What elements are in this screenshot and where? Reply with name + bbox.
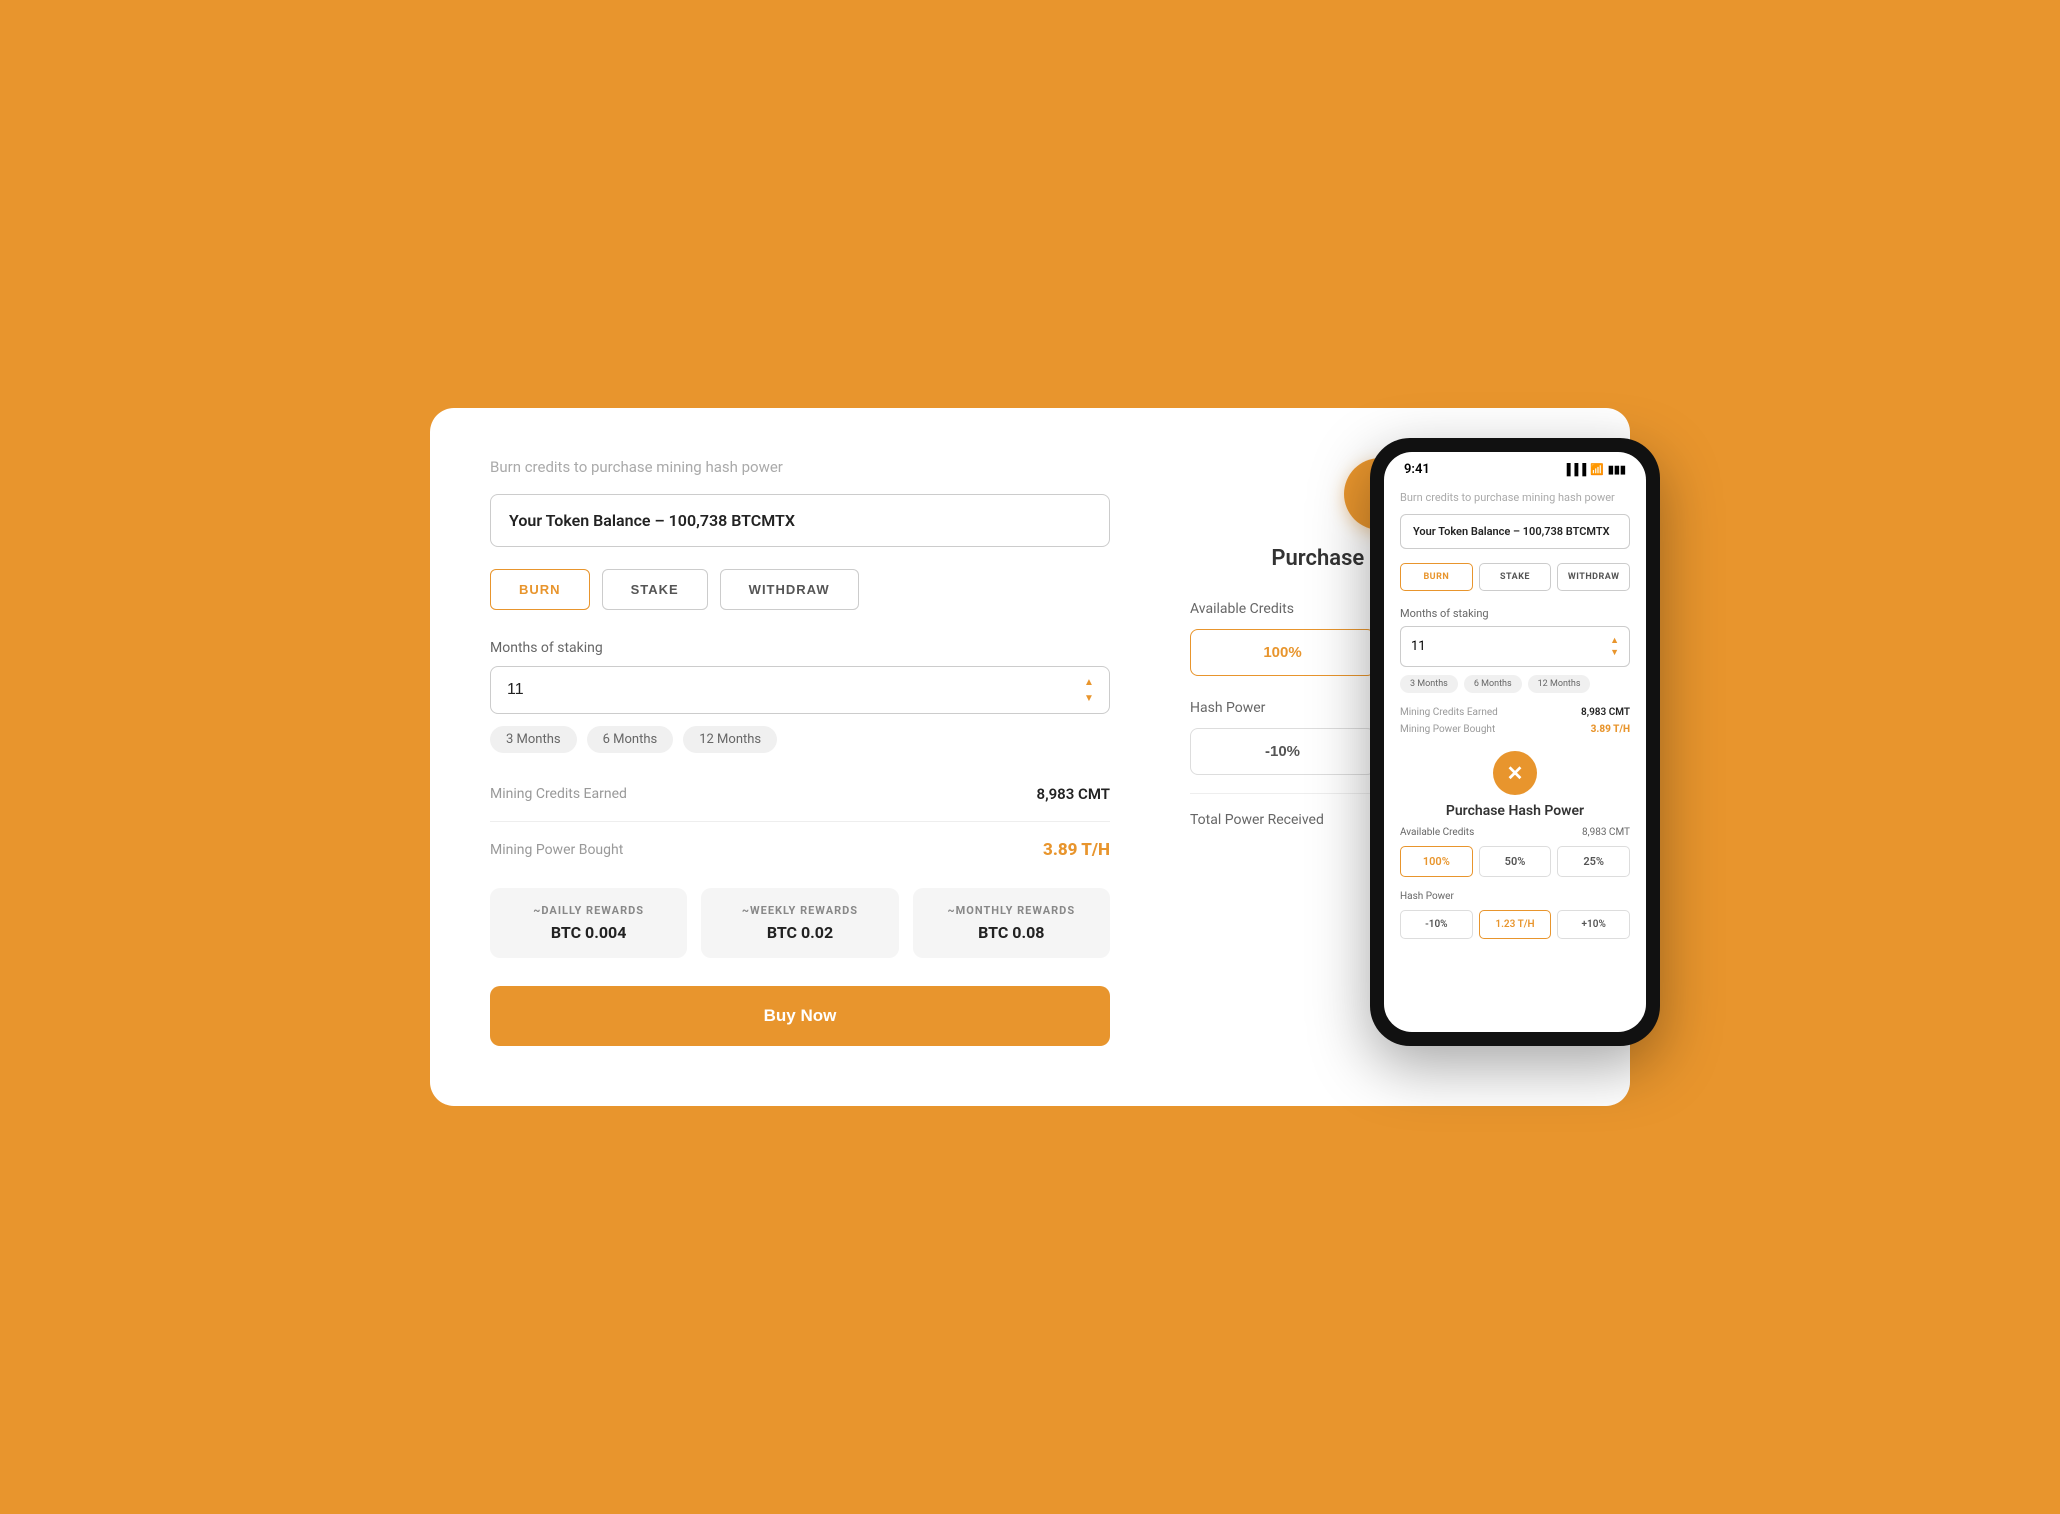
weekly-rewards-card: ~WEEKLY REWARDS BTC 0.02 (701, 888, 898, 958)
phone-spinner-up[interactable]: ▲ (1610, 635, 1619, 646)
phone-logo-circle: ✕ (1493, 751, 1537, 795)
daily-rewards-card: ~DAILLY REWARDS BTC 0.004 (490, 888, 687, 958)
phone-credits-row: Available Credits 8,983 CMT (1400, 827, 1630, 838)
month-pills: 3 Months 6 Months 12 Months (490, 726, 1110, 753)
wifi-icon: 📶 (1590, 463, 1604, 476)
phone-screen: 9:41 ▐▐▐ 📶 ▮▮▮ Burn credits to purchase … (1384, 452, 1646, 1032)
months-input-wrapper: ▲ ▼ (490, 666, 1110, 714)
phone-action-btns: BURN STAKE WITHDRAW (1400, 563, 1630, 591)
phone-credits-value: 8,983 CMT (1582, 827, 1630, 838)
phone-container: 9:41 ▐▐▐ 📶 ▮▮▮ Burn credits to purchase … (1370, 438, 1660, 1046)
phone-credits-label: Available Credits (1400, 827, 1474, 838)
phone-balance-box: Your Token Balance – 100,738 BTCMTX (1400, 514, 1630, 549)
spinner-down[interactable]: ▼ (1080, 691, 1098, 705)
phone-hash-value[interactable]: 1.23 T/H (1479, 910, 1552, 939)
rewards-row: ~DAILLY REWARDS BTC 0.004 ~WEEKLY REWARD… (490, 888, 1110, 958)
phone-logo-section: ✕ Purchase Hash Power (1400, 751, 1630, 819)
phone-time: 9:41 (1404, 462, 1430, 477)
token-balance-text: Your Token Balance – 100,738 BTCMTX (509, 511, 795, 530)
phone-credit-50[interactable]: 50% (1479, 846, 1552, 877)
staking-section-label: Months of staking (490, 640, 1110, 656)
months-input[interactable] (490, 666, 1110, 714)
phone-purchase-title: Purchase Hash Power (1400, 803, 1630, 819)
main-card: Burn credits to purchase mining hash pow… (430, 408, 1630, 1106)
withdraw-button[interactable]: WITHDRAW (720, 569, 859, 610)
total-power-label: Total Power Received (1190, 812, 1324, 828)
spinner-up[interactable]: ▲ (1080, 675, 1098, 689)
phone-status-bar: 9:41 ▐▐▐ 📶 ▮▮▮ (1384, 452, 1646, 481)
phone-stake-btn[interactable]: STAKE (1479, 563, 1552, 591)
phone-hash-btns: -10% 1.23 T/H +10% (1400, 910, 1630, 939)
phone-hash-label: Hash Power (1400, 891, 1630, 902)
phone-months-input[interactable]: 11 ▲ ▼ (1400, 626, 1630, 667)
daily-rewards-value: BTC 0.004 (502, 923, 675, 942)
phone-spinner: ▲ ▼ (1610, 635, 1619, 658)
left-panel: Burn credits to purchase mining hash pow… (490, 458, 1110, 1046)
phone-credit-25[interactable]: 25% (1557, 846, 1630, 877)
phone-mining-power-row: Mining Power Bought 3.89 T/H (1400, 724, 1630, 735)
phone-subtitle: Burn credits to purchase mining hash pow… (1400, 491, 1630, 504)
monthly-rewards-value: BTC 0.08 (925, 923, 1098, 942)
phone-mining-credits-label: Mining Credits Earned (1400, 707, 1498, 718)
phone-pill-3m[interactable]: 3 Months (1400, 675, 1458, 693)
phone-credit-100[interactable]: 100% (1400, 846, 1473, 877)
pill-6-months[interactable]: 6 Months (587, 726, 674, 753)
burn-button[interactable]: BURN (490, 569, 590, 610)
phone-staking-label: Months of staking (1400, 607, 1630, 620)
mining-power-row: Mining Power Bought 3.89 T/H (490, 840, 1110, 860)
phone-logo-x-icon: ✕ (1507, 761, 1524, 785)
phone-mining-power-value: 3.89 T/H (1591, 724, 1630, 735)
weekly-rewards-title: ~WEEKLY REWARDS (713, 904, 886, 917)
monthly-rewards-card: ~MONTHLY REWARDS BTC 0.08 (913, 888, 1110, 958)
credit-100-button[interactable]: 100% (1190, 629, 1375, 676)
mining-credits-label: Mining Credits Earned (490, 786, 627, 802)
battery-icon: ▮▮▮ (1608, 463, 1626, 476)
phone-spinner-down[interactable]: ▼ (1610, 647, 1619, 658)
phone-mining-credits-value: 8,983 CMT (1581, 707, 1630, 718)
phone-months-value: 11 (1411, 639, 1426, 654)
mining-credits-row: Mining Credits Earned 8,983 CMT (490, 785, 1110, 803)
phone-status-icons: ▐▐▐ 📶 ▮▮▮ (1563, 463, 1626, 476)
phone-frame: 9:41 ▐▐▐ 📶 ▮▮▮ Burn credits to purchase … (1370, 438, 1660, 1046)
available-credits-label: Available Credits (1190, 601, 1294, 617)
action-buttons: BURN STAKE WITHDRAW (490, 569, 1110, 610)
signal-icon: ▐▐▐ (1563, 463, 1586, 476)
phone-withdraw-btn[interactable]: WITHDRAW (1557, 563, 1630, 591)
daily-rewards-title: ~DAILLY REWARDS (502, 904, 675, 917)
phone-content: Burn credits to purchase mining hash pow… (1384, 481, 1646, 1025)
spinner-buttons: ▲ ▼ (1080, 675, 1098, 705)
phone-mining-credits-row: Mining Credits Earned 8,983 CMT (1400, 707, 1630, 718)
stake-button[interactable]: STAKE (602, 569, 708, 610)
divider-1 (490, 821, 1110, 822)
phone-balance-text: Your Token Balance – 100,738 BTCMTX (1413, 525, 1610, 538)
pill-12-months[interactable]: 12 Months (683, 726, 777, 753)
mining-credits-value: 8,983 CMT (1037, 785, 1110, 803)
buy-now-button[interactable]: Buy Now (490, 986, 1110, 1046)
monthly-rewards-title: ~MONTHLY REWARDS (925, 904, 1098, 917)
phone-pills: 3 Months 6 Months 12 Months (1400, 675, 1630, 693)
mining-power-value: 3.89 T/H (1043, 840, 1110, 860)
token-balance-box: Your Token Balance – 100,738 BTCMTX (490, 494, 1110, 547)
phone-pill-6m[interactable]: 6 Months (1464, 675, 1522, 693)
weekly-rewards-value: BTC 0.02 (713, 923, 886, 942)
hash-minus-button[interactable]: -10% (1190, 728, 1375, 775)
phone-credit-btns: 100% 50% 25% (1400, 846, 1630, 877)
pill-3-months[interactable]: 3 Months (490, 726, 577, 753)
phone-hash-minus[interactable]: -10% (1400, 910, 1473, 939)
phone-pill-12m[interactable]: 12 Months (1528, 675, 1591, 693)
phone-burn-btn[interactable]: BURN (1400, 563, 1473, 591)
mining-power-label: Mining Power Bought (490, 842, 623, 858)
phone-mining-power-label: Mining Power Bought (1400, 724, 1495, 735)
phone-hash-plus[interactable]: +10% (1557, 910, 1630, 939)
left-subtitle: Burn credits to purchase mining hash pow… (490, 458, 1110, 476)
